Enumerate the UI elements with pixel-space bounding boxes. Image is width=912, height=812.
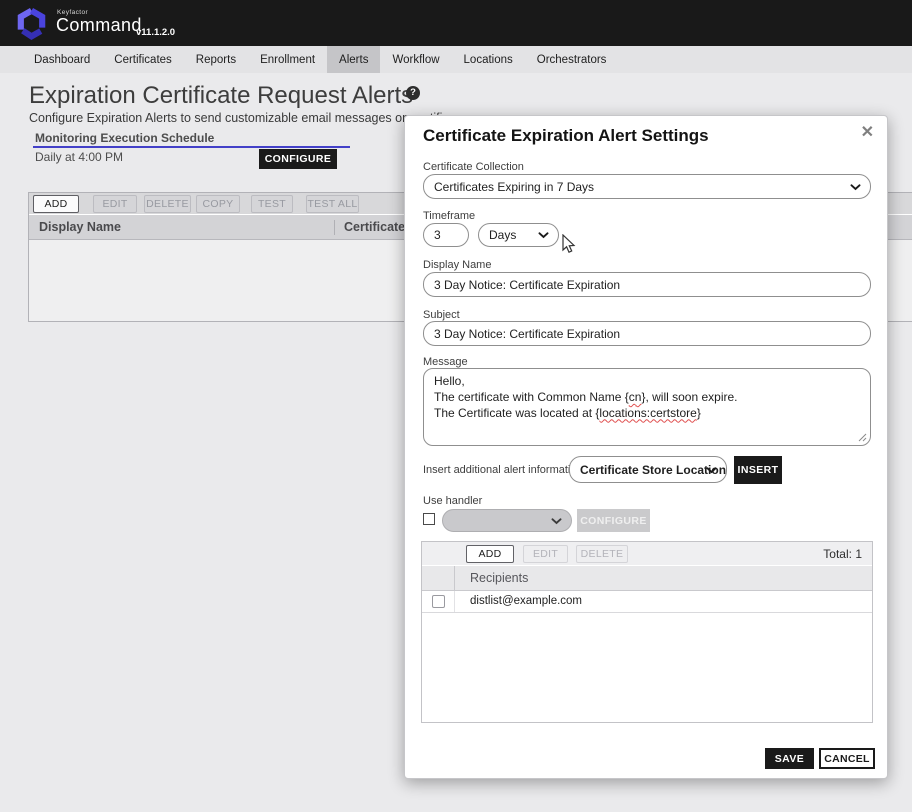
- alerts-add-button[interactable]: ADD: [33, 195, 79, 213]
- nav-item-reports[interactable]: Reports: [184, 46, 248, 73]
- handler-configure-button[interactable]: CONFIGURE: [577, 509, 650, 532]
- cancel-button[interactable]: CANCEL: [819, 748, 875, 769]
- schedule-underline: [33, 146, 350, 148]
- display-name-label: Display Name: [423, 259, 491, 271]
- timeframe-unit-select[interactable]: Days: [478, 223, 559, 247]
- top-header-bar: Keyfactor Command v11.1.2.0: [0, 0, 912, 46]
- recipient-row-checkbox[interactable]: [432, 595, 445, 608]
- message-line-3: The Certificate was located at {location…: [434, 406, 860, 422]
- message-textarea[interactable]: Hello, The certificate with Common Name …: [423, 368, 871, 446]
- recipients-column-label[interactable]: Recipients: [470, 571, 528, 585]
- alerts-edit-button[interactable]: EDIT: [93, 195, 137, 213]
- message-line-1: Hello,: [434, 374, 860, 390]
- monitoring-schedule-label: Monitoring Execution Schedule: [35, 131, 214, 145]
- recipient-delete-button[interactable]: DELETE: [576, 545, 628, 563]
- certificate-collection-select[interactable]: Certificates Expiring in 7 Days: [423, 174, 871, 199]
- app-version: v11.1.2.0: [136, 27, 175, 38]
- recipient-add-button[interactable]: ADD: [466, 545, 514, 563]
- misspelled-token: cn: [629, 390, 642, 404]
- alerts-test-all-button[interactable]: TEST ALL: [306, 195, 359, 213]
- subject-label: Subject: [423, 309, 460, 321]
- misspelled-token: locations:certstore: [599, 406, 696, 420]
- insert-info-select[interactable]: Certificate Store Locations: [569, 456, 727, 483]
- recipients-empty-area: [422, 613, 872, 722]
- chevron-down-icon: [850, 184, 861, 191]
- display-name-input[interactable]: [423, 272, 871, 297]
- save-button[interactable]: SAVE: [765, 748, 814, 769]
- timeframe-unit-value: Days: [489, 228, 516, 242]
- recipient-email: distlist@example.com: [470, 595, 582, 607]
- timeframe-label: Timeframe: [423, 210, 475, 222]
- insert-info-label: Insert additional alert information: [423, 464, 583, 476]
- use-handler-checkbox[interactable]: [423, 513, 435, 525]
- close-icon[interactable]: ✕: [861, 122, 874, 142]
- recipients-header: Recipients: [422, 566, 872, 591]
- chevron-down-icon: [538, 232, 549, 239]
- certificate-collection-label: Certificate Collection: [423, 161, 524, 173]
- alerts-copy-button[interactable]: COPY: [196, 195, 240, 213]
- nav-item-certificates[interactable]: Certificates: [102, 46, 184, 73]
- mouse-cursor: [562, 234, 576, 254]
- chevron-down-icon: [551, 518, 562, 525]
- alerts-test-button[interactable]: TEST: [251, 195, 293, 213]
- chevron-down-icon: [706, 467, 717, 474]
- nav-item-enrollment[interactable]: Enrollment: [248, 46, 327, 73]
- schedule-value: Daily at 4:00 PM: [35, 150, 123, 164]
- help-icon[interactable]: ?: [406, 86, 420, 100]
- app-screen: Keyfactor Command v11.1.2.0 Dashboard Ce…: [0, 0, 912, 812]
- certificate-expiration-alert-settings-dialog: Certificate Expiration Alert Settings ✕ …: [404, 115, 888, 779]
- certificate-collection-value: Certificates Expiring in 7 Days: [434, 180, 594, 194]
- recipients-total: Total: 1: [823, 547, 862, 561]
- recipients-grid: ADD EDIT DELETE Total: 1 Recipients dist…: [421, 541, 873, 723]
- alerts-delete-button[interactable]: DELETE: [144, 195, 191, 213]
- timeframe-input[interactable]: [423, 223, 469, 247]
- column-divider: [334, 220, 335, 235]
- use-handler-label: Use handler: [423, 495, 482, 507]
- brand-command-label[interactable]: Command: [56, 15, 142, 36]
- checkbox-column-divider: [454, 591, 455, 612]
- recipient-row[interactable]: distlist@example.com: [422, 591, 872, 613]
- nav-item-locations[interactable]: Locations: [452, 46, 525, 73]
- column-certificate[interactable]: Certificate: [344, 220, 405, 234]
- checkbox-column-divider: [454, 566, 455, 590]
- message-label: Message: [423, 356, 468, 368]
- handler-select[interactable]: [442, 509, 572, 532]
- page-title: Expiration Certificate Request Alerts: [29, 82, 413, 110]
- nav-item-orchestrators[interactable]: Orchestrators: [525, 46, 619, 73]
- insert-button[interactable]: INSERT: [734, 456, 782, 484]
- recipients-toolbar: ADD EDIT DELETE Total: 1: [422, 542, 872, 566]
- nav-item-alerts[interactable]: Alerts: [327, 46, 380, 73]
- recipient-edit-button[interactable]: EDIT: [523, 545, 568, 563]
- message-line-2: The certificate with Common Name {cn}, w…: [434, 390, 860, 406]
- column-display-name[interactable]: Display Name: [39, 220, 121, 234]
- subject-input[interactable]: [423, 321, 871, 346]
- schedule-configure-button[interactable]: CONFIGURE: [259, 149, 337, 169]
- page-subtitle: Configure Expiration Alerts to send cust…: [29, 111, 449, 125]
- keyfactor-logo-icon: [13, 5, 50, 42]
- nav-item-dashboard[interactable]: Dashboard: [22, 46, 102, 73]
- nav-item-workflow[interactable]: Workflow: [380, 46, 451, 73]
- main-nav: Dashboard Certificates Reports Enrollmen…: [0, 46, 912, 73]
- insert-info-value: Certificate Store Locations: [580, 463, 727, 477]
- dialog-title: Certificate Expiration Alert Settings: [423, 126, 709, 146]
- resize-handle-icon[interactable]: [858, 433, 867, 442]
